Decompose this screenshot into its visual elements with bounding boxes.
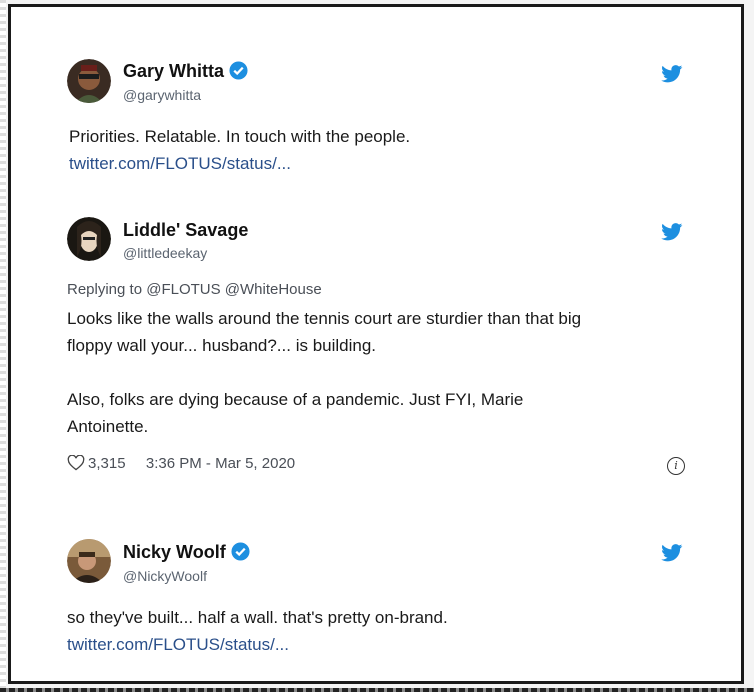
display-name[interactable]: Liddle' Savage bbox=[123, 220, 248, 241]
tweet-meta: 3,315 3:36 PM - Mar 5, 2020 bbox=[67, 454, 295, 475]
tweet-card: Nicky Woolf @NickyWoolf so they've built… bbox=[11, 507, 741, 687]
display-name-text[interactable]: Nicky Woolf bbox=[123, 542, 226, 562]
tweet-line: Antoinette. bbox=[67, 417, 149, 436]
tweet-link[interactable]: twitter.com/FLOTUS/status/... bbox=[67, 631, 448, 658]
avatar[interactable] bbox=[67, 217, 111, 261]
tweet-line: Looks like the walls around the tennis c… bbox=[67, 309, 582, 328]
like-count[interactable]: 3,315 bbox=[88, 455, 126, 472]
tweet-text: Priorities. Relatable. In touch with the… bbox=[69, 123, 410, 177]
tweet-link[interactable]: twitter.com/FLOTUS/status/... bbox=[69, 150, 410, 177]
tweet-body: Priorities. Relatable. In touch with the… bbox=[69, 127, 411, 146]
verified-badge-icon bbox=[231, 542, 250, 566]
display-name-text[interactable]: Liddle' Savage bbox=[123, 220, 248, 240]
avatar[interactable] bbox=[67, 539, 111, 583]
scan-edge bbox=[0, 688, 754, 692]
tweet-card: Gary Whitta @garywhitta Priorities. Rela… bbox=[11, 7, 741, 207]
display-name[interactable]: Nicky Woolf bbox=[123, 542, 250, 566]
user-handle[interactable]: @NickyWoolf bbox=[123, 568, 207, 584]
screenshot-frame: Gary Whitta @garywhitta Priorities. Rela… bbox=[8, 4, 744, 684]
tweet-text: so they've built... half a wall. that's … bbox=[67, 604, 448, 658]
user-handle[interactable]: @garywhitta bbox=[123, 87, 201, 103]
tweet-text: Looks like the walls around the tennis c… bbox=[67, 305, 581, 440]
twitter-bird-icon[interactable] bbox=[661, 544, 683, 562]
tweet-line: Also, folks are dying because of a pande… bbox=[67, 390, 524, 409]
display-name-text[interactable]: Gary Whitta bbox=[123, 61, 224, 81]
twitter-bird-icon[interactable] bbox=[661, 65, 683, 83]
display-name[interactable]: Gary Whitta bbox=[123, 61, 248, 85]
scan-edge bbox=[0, 0, 6, 692]
reply-context[interactable]: Replying to @FLOTUS @WhiteHouse bbox=[67, 281, 322, 298]
avatar[interactable] bbox=[67, 59, 111, 103]
tweet-card: Liddle' Savage @littledeekay Replying to… bbox=[11, 207, 741, 507]
tweet-body: so they've built... half a wall. that's … bbox=[67, 608, 448, 627]
info-icon[interactable]: i bbox=[667, 457, 685, 475]
twitter-bird-icon[interactable] bbox=[661, 223, 683, 241]
verified-badge-icon bbox=[229, 61, 248, 85]
tweet-line: floppy wall your... husband?... is build… bbox=[67, 336, 377, 355]
heart-icon[interactable] bbox=[67, 454, 85, 475]
user-handle[interactable]: @littledeekay bbox=[123, 245, 207, 261]
timestamp[interactable]: 3:36 PM - Mar 5, 2020 bbox=[146, 455, 295, 472]
